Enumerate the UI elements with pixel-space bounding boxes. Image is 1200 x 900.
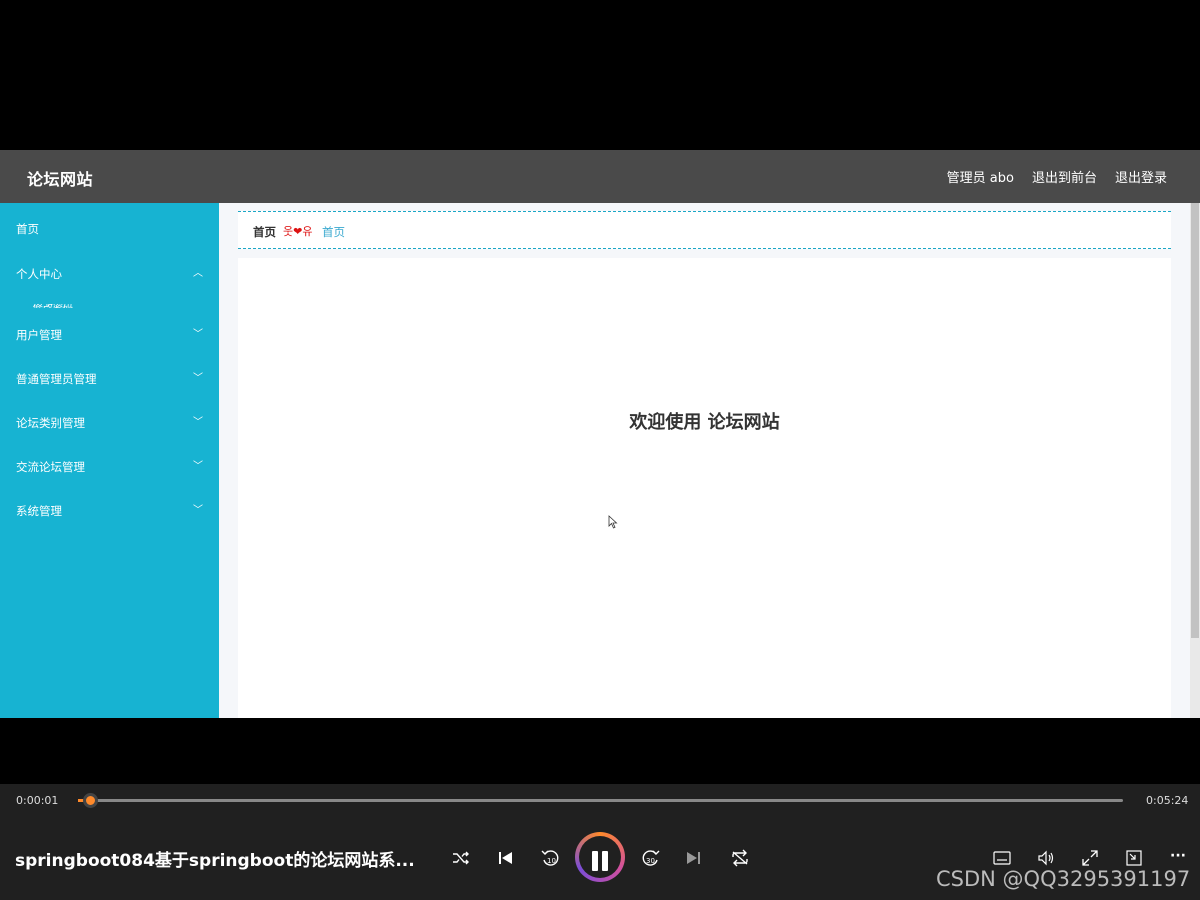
more-icon[interactable]: ··· (1170, 848, 1186, 864)
sidebar-item-home[interactable]: 首页 (0, 213, 219, 243)
pause-icon (579, 836, 621, 878)
chevron-down-icon: ﹀ (193, 417, 203, 428)
welcome-message: 欢迎使用 论坛网站 (629, 412, 780, 433)
mouse-cursor-icon (608, 515, 618, 529)
elapsed-time: 0:00:01 (16, 794, 59, 807)
sidebar-item-admin-management[interactable]: 普通管理员管理 ﹀ (0, 363, 219, 393)
video-area: 论坛网站 管理员 abo 退出到前台 退出登录 首页 个人中心 ︿ 修改密码 用… (0, 0, 1200, 784)
captions-icon[interactable] (993, 851, 1011, 865)
heart-decoration-icon: 웃❤유 (283, 225, 313, 238)
seek-handle[interactable] (83, 793, 98, 808)
sidebar-item-label: 普通管理员管理 (16, 372, 97, 386)
breadcrumb-title: 首页 (253, 225, 276, 239)
mini-player-icon[interactable] (1126, 850, 1142, 866)
breadcrumb-home-link[interactable]: 首页 (322, 224, 345, 240)
csdn-watermark: CSDN @QQ3295391197 (936, 867, 1191, 891)
sidebar-item-system-management[interactable]: 系统管理 ﹀ (0, 495, 219, 525)
main-content: 首页 웃❤유 首页 欢迎使用 论坛网站 (219, 203, 1200, 718)
total-time: 0:05:24 (1146, 794, 1189, 807)
fullscreen-icon[interactable] (1082, 850, 1098, 866)
sidebar-item-label: 系统管理 (16, 504, 62, 518)
forum-admin-app: 论坛网站 管理员 abo 退出到前台 退出登录 首页 个人中心 ︿ 修改密码 用… (0, 150, 1200, 718)
rewind-10-icon[interactable]: 10 (540, 848, 560, 868)
logout-link[interactable]: 退出登录 (1115, 167, 1167, 186)
sidebar: 首页 个人中心 ︿ 修改密码 用户管理 ﹀ 普通管理员管理 ﹀ 论坛类别管理 ﹀… (0, 203, 219, 718)
sidebar-item-forum-management[interactable]: 交流论坛管理 ﹀ (0, 451, 219, 481)
admin-user-label[interactable]: 管理员 abo (947, 167, 1014, 186)
sidebar-item-personal-center[interactable]: 个人中心 ︿ (0, 258, 219, 288)
previous-icon[interactable] (497, 850, 513, 866)
pause-icon-bar-right (602, 851, 608, 871)
pause-button[interactable] (575, 832, 625, 882)
sidebar-item-label: 交流论坛管理 (16, 460, 85, 474)
next-icon[interactable] (686, 850, 702, 866)
volume-icon[interactable] (1037, 850, 1055, 866)
content-scrollbar[interactable] (1190, 203, 1200, 718)
topbar-actions: 管理员 abo 退出到前台 退出登录 (947, 167, 1167, 186)
sidebar-item-category-management[interactable]: 论坛类别管理 ﹀ (0, 407, 219, 437)
exit-to-front-link[interactable]: 退出到前台 (1032, 167, 1097, 186)
svg-text:10: 10 (547, 857, 556, 865)
submenu-item-change-password[interactable]: 修改密码 (33, 304, 93, 308)
video-title: springboot084基于springboot的论坛网站系... (15, 851, 415, 871)
brand-title: 论坛网站 (27, 170, 94, 189)
chevron-down-icon: ﹀ (193, 373, 203, 384)
forward-30-icon[interactable]: 30 (641, 848, 661, 868)
seek-bar[interactable] (78, 799, 1123, 802)
breadcrumb: 首页 웃❤유 首页 (238, 211, 1171, 249)
svg-text:30: 30 (646, 857, 655, 865)
sidebar-item-label: 首页 (16, 222, 39, 236)
shuffle-icon[interactable] (451, 850, 471, 866)
welcome-panel: 欢迎使用 论坛网站 (238, 258, 1171, 718)
chevron-down-icon: ﹀ (193, 329, 203, 340)
chevron-up-icon: ︿ (193, 268, 203, 279)
repeat-icon[interactable] (730, 849, 750, 867)
sidebar-item-label: 个人中心 (16, 267, 62, 281)
scrollbar-thumb[interactable] (1191, 203, 1199, 638)
top-bar: 论坛网站 管理员 abo 退出到前台 退出登录 (0, 150, 1200, 203)
media-player-controls: 0:00:01 0:05:24 springboot084基于springboo… (0, 784, 1200, 900)
sidebar-item-user-management[interactable]: 用户管理 ﹀ (0, 319, 219, 349)
sidebar-item-label: 论坛类别管理 (16, 416, 85, 430)
sidebar-item-label: 用户管理 (16, 328, 62, 342)
pause-icon-bar-left (592, 851, 598, 871)
chevron-down-icon: ﹀ (193, 505, 203, 516)
chevron-down-icon: ﹀ (193, 461, 203, 472)
